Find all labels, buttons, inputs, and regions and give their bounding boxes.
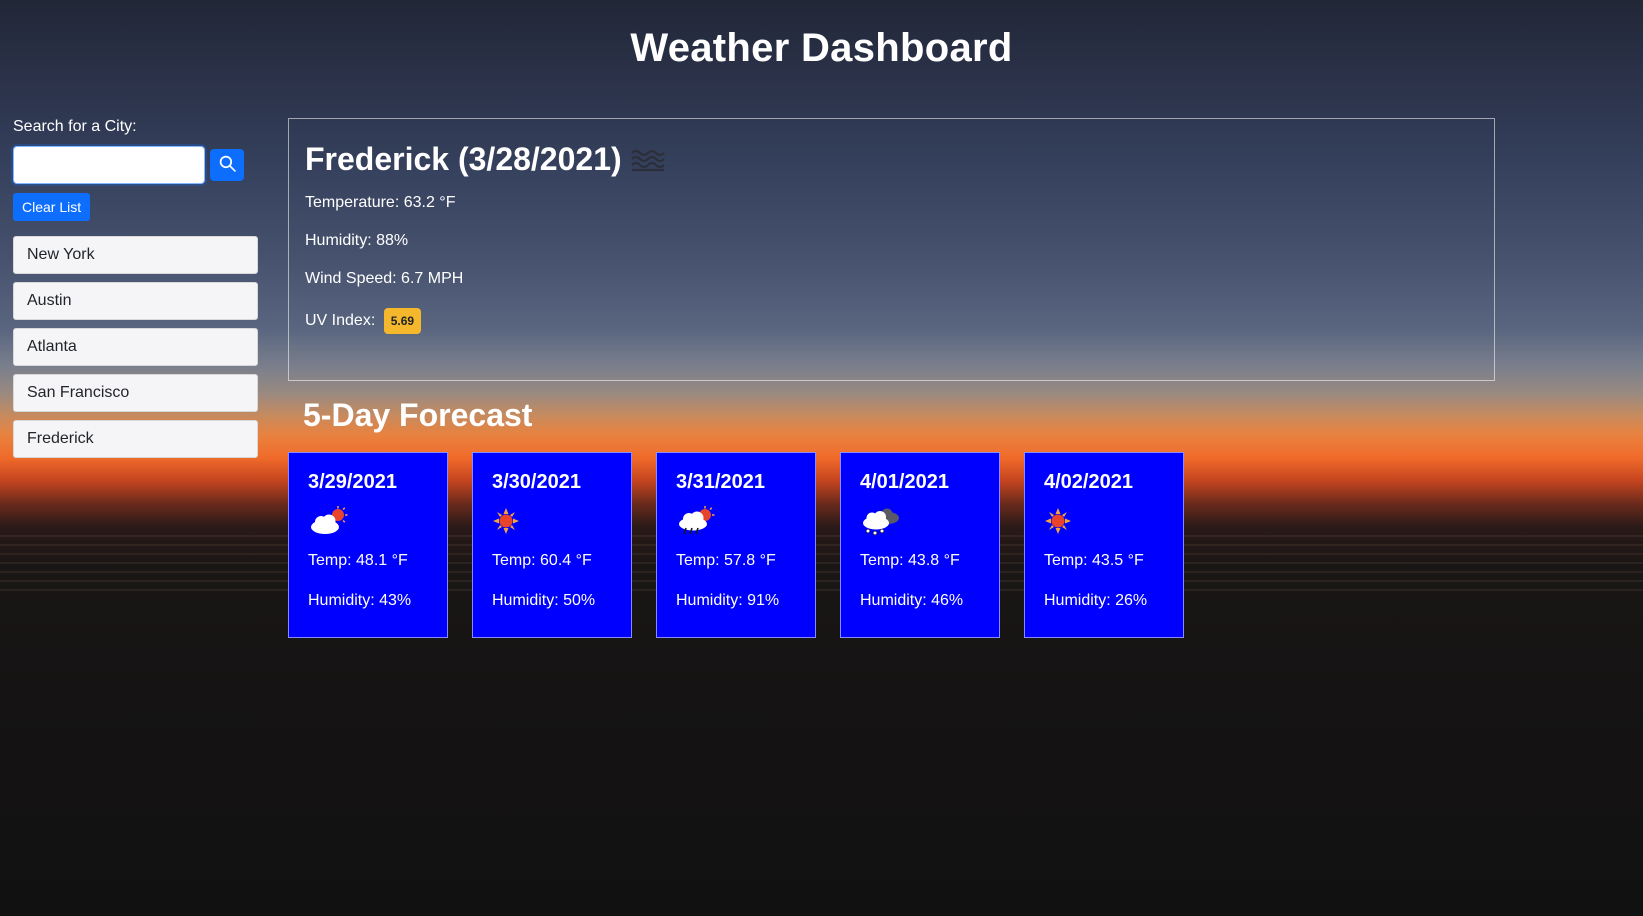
current-temperature: Temperature: 63.2 °F [305,194,456,211]
current-weather-card: Frederick (3/28/2021) Temperature: 63.2 … [288,118,1495,381]
forecast-card: 3/31/2021 Temp: 57.8 °F Humidity: 91% [656,452,816,638]
forecast-date: 3/31/2021 [676,471,765,493]
city-item-austin[interactable]: Austin [13,282,258,320]
forecast-title: 5-Day Forecast [303,397,533,433]
forecast-temp: Temp: 60.4 °F [492,552,592,569]
forecast-date: 3/30/2021 [492,471,581,493]
sun-icon [1044,504,1164,538]
forecast-date: 3/29/2021 [308,471,397,493]
snow-cloud-icon [860,504,980,538]
clear-list-button[interactable]: Clear List [13,193,91,221]
rain-sun-icon [676,504,796,538]
current-weather-title: Frederick (3/28/2021) [305,141,1478,178]
forecast-date: 4/01/2021 [860,471,949,493]
city-history-list: New York Austin Atlanta San Francisco Fr… [13,236,258,458]
city-item-new-york[interactable]: New York [13,236,258,274]
city-item-frederick[interactable]: Frederick [13,420,258,458]
current-city-date: Frederick (3/28/2021) [305,141,622,177]
partly-cloudy-icon [308,504,428,538]
forecast-temp: Temp: 48.1 °F [308,552,408,569]
search-icon [219,155,236,175]
sun-icon [492,504,612,538]
forecast-date: 4/02/2021 [1044,471,1133,493]
current-uv-index: UV Index: 5.69 [305,308,1478,334]
forecast-temp: Temp: 43.5 °F [1044,552,1144,569]
forecast-humidity: Humidity: 46% [860,592,964,609]
city-search-input[interactable] [13,146,205,184]
forecast-humidity: Humidity: 50% [492,592,596,609]
forecast-humidity: Humidity: 26% [1044,592,1148,609]
search-row [13,146,258,184]
uv-index-label: UV Index: [305,312,376,330]
search-button[interactable] [210,149,244,181]
forecast-temp: Temp: 57.8 °F [676,552,776,569]
mist-icon [630,147,666,173]
current-humidity: Humidity: 88% [305,232,409,249]
forecast-card: 3/29/2021 Temp: 48.1 °F Humidity: 43% [288,452,448,638]
forecast-humidity: Humidity: 43% [308,592,412,609]
forecast-temp: Temp: 43.8 °F [860,552,960,569]
sidebar: Search for a City: Clear List New York A… [13,118,258,474]
city-item-atlanta[interactable]: Atlanta [13,328,258,366]
forecast-card: 4/01/2021 Temp: 43.8 °F Humidity: 46% [840,452,1000,638]
search-label: Search for a City: [13,118,137,135]
uv-index-badge: 5.69 [383,308,422,334]
forecast-card: 3/30/2021 Temp: 60.4 °F Humidity: 50% [472,452,632,638]
city-item-san-francisco[interactable]: San Francisco [13,374,258,412]
forecast-row: 3/29/2021 Temp: 48.1 °F Humidity: 43% 3/… [288,452,1184,638]
page-title: Weather Dashboard [630,26,1013,70]
current-wind-speed: Wind Speed: 6.7 MPH [305,270,464,287]
forecast-card: 4/02/2021 Temp: 43.5 °F Humidity: 26% [1024,452,1184,638]
forecast-humidity: Humidity: 91% [676,592,780,609]
